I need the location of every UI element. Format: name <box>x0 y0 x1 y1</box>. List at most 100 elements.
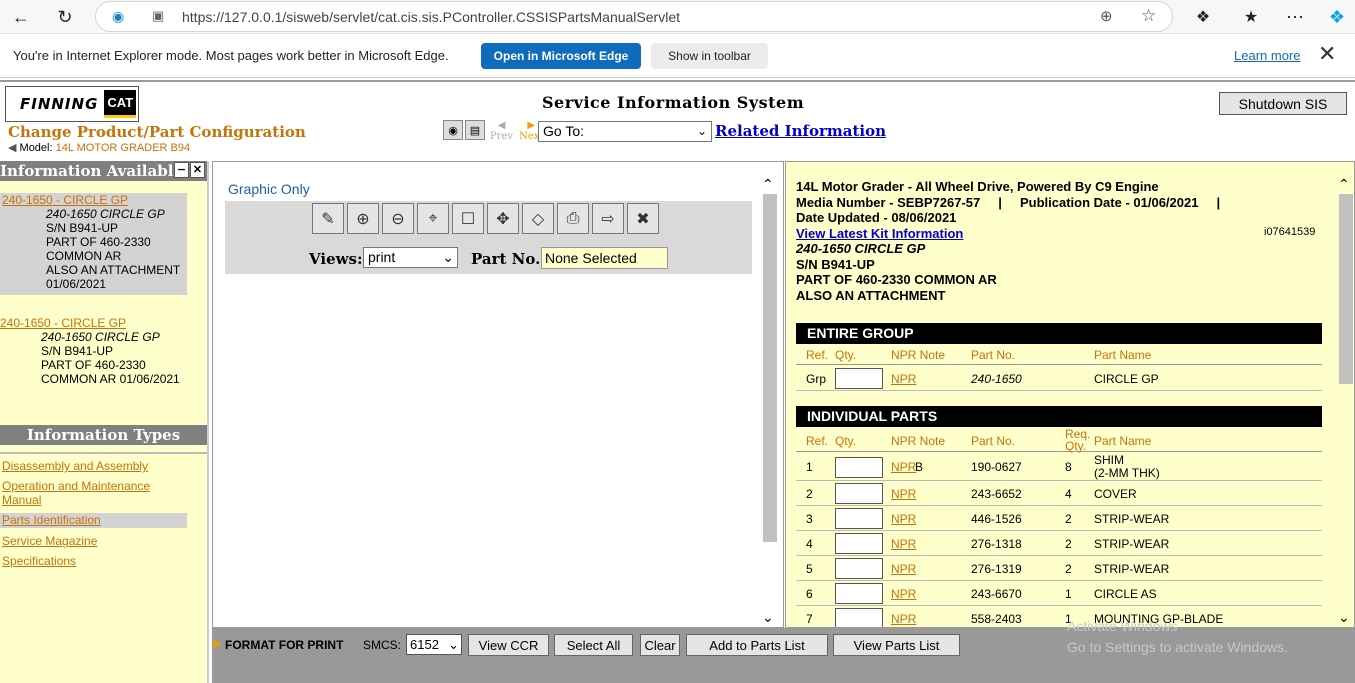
related-information-link[interactable]: Related Information <box>715 122 886 140</box>
change-product-link[interactable]: Change Product/Part Configuration <box>8 123 306 141</box>
list-item[interactable]: 240-1650 - CIRCLE GP 240-1650 CIRCLE GP … <box>0 316 207 386</box>
rotate-icon[interactable]: ◇ <box>522 203 554 234</box>
goto-select[interactable]: Go To: ⌄ <box>538 121 712 142</box>
close-icon[interactable]: ✕ <box>1318 41 1336 67</box>
qty-input[interactable] <box>835 583 883 604</box>
qty-input[interactable] <box>835 533 883 554</box>
select-all-button[interactable]: Select All <box>554 634 633 656</box>
list-item[interactable]: 240-1650 - CIRCLE GP 240-1650 CIRCLE GP … <box>0 193 187 295</box>
print-icon[interactable]: ⎙ <box>557 203 589 234</box>
scroll-down-icon[interactable]: ⌄ <box>1338 609 1350 626</box>
view-kit-link[interactable]: View Latest Kit Information <box>796 226 963 241</box>
chevron-left-icon[interactable]: ◀ <box>8 142 16 154</box>
zoom-in-icon[interactable]: ⊕ <box>347 203 379 234</box>
row-ref: 3 <box>806 512 813 526</box>
extensions-icon[interactable]: ❖ <box>1188 2 1218 32</box>
col-qty: Qty. <box>835 434 857 448</box>
refresh-icon[interactable]: ↻ <box>50 2 80 32</box>
views-select[interactable]: print ⌄ <box>363 247 458 268</box>
qty-input[interactable] <box>835 558 883 579</box>
row-ref: 5 <box>806 562 813 576</box>
zoom-select-icon[interactable]: ⌖ <box>417 203 449 234</box>
qty-input[interactable] <box>835 368 883 389</box>
watermark-line: Activate Windows <box>1067 618 1178 634</box>
table-row: 1 NPR B 190-0627 8 SHIM (2-MM THK) <box>796 453 1322 481</box>
smcs-value: 6152 <box>410 637 439 652</box>
entry-link[interactable]: 240-1650 - CIRCLE GP <box>0 316 126 330</box>
smcs-select[interactable]: 6152 ⌄ <box>406 634 462 655</box>
goto-value: Go To: <box>543 123 584 139</box>
npr-link[interactable]: NPR <box>891 587 916 601</box>
type-parts-id-link[interactable]: Parts Identification <box>2 513 101 527</box>
npr-link[interactable]: NPR <box>891 460 916 474</box>
address-bar[interactable]: ◉ ▣ https://127.0.0.1/sisweb/servlet/cat… <box>95 1 1173 32</box>
clear-button[interactable]: Clear <box>640 634 680 656</box>
type-operation-link[interactable]: Operation and Maintenance Manual <box>2 479 182 507</box>
select-icon[interactable]: ✖ <box>627 203 659 234</box>
entry-link[interactable]: 240-1650 - CIRCLE GP <box>2 193 128 207</box>
ie-mode-icon[interactable]: ◉ <box>112 8 124 25</box>
more-menu-icon[interactable]: ⋯ <box>1280 2 1310 32</box>
row-partno: 446-1526 <box>971 512 1022 526</box>
divider <box>0 452 207 454</box>
qty-input[interactable] <box>835 608 883 627</box>
shutdown-sis-button[interactable]: Shutdown SIS <box>1219 92 1347 115</box>
view-parts-list-button[interactable]: View Parts List <box>833 634 960 656</box>
chevron-down-icon: ⌄ <box>696 124 707 138</box>
favorite-star-icon[interactable]: ☆ <box>1141 6 1156 26</box>
npr-link[interactable]: NPR <box>891 512 916 526</box>
scroll-thumb[interactable] <box>763 194 777 542</box>
scrollbar[interactable]: ⌃ ⌄ <box>1338 176 1354 625</box>
graphic-only-label[interactable]: Graphic Only <box>228 181 310 197</box>
type-service-magazine-link[interactable]: Service Magazine <box>2 534 97 548</box>
row-name: STRIP-WEAR <box>1094 512 1170 526</box>
favorites-icon[interactable]: ★ <box>1236 2 1266 32</box>
zoom-out-icon[interactable]: ⊖ <box>382 203 414 234</box>
view-ccr-button[interactable]: View CCR <box>468 634 549 656</box>
home-icon[interactable]: ◉ <box>443 120 463 140</box>
qty-input[interactable] <box>835 483 883 504</box>
eraser-icon[interactable]: ✎ <box>312 203 344 234</box>
url-text: https://127.0.0.1/sisweb/servlet/cat.cis… <box>182 9 680 25</box>
ie-mode-message: You're in Internet Explorer mode. Most p… <box>13 48 449 63</box>
qty-input[interactable] <box>835 508 883 529</box>
bottom-toolbar: ▶ FORMAT FOR PRINT SMCS: 6152 ⌄ View CCR … <box>212 618 1355 683</box>
watermark-line: Go to Settings to activate Windows. <box>1067 639 1288 655</box>
zoom-fit-icon[interactable]: ☐ <box>452 203 484 234</box>
qty-input[interactable] <box>835 457 883 478</box>
prev-button[interactable]: ◀ Prev <box>490 120 513 142</box>
npr-link[interactable]: NPR <box>891 612 916 626</box>
npr-link[interactable]: NPR <box>891 372 916 386</box>
format-for-print-label[interactable]: FORMAT FOR PRINT <box>225 638 343 652</box>
npr-link[interactable]: NPR <box>891 537 916 551</box>
entry-line: COMMON AR <box>46 249 122 263</box>
zoom-icon[interactable]: ⊕ <box>1100 7 1113 25</box>
npr-link[interactable]: NPR <box>891 562 916 576</box>
lock-icon[interactable]: ▣ <box>152 8 164 24</box>
part-no-field[interactable]: None Selected <box>541 247 668 269</box>
logo-finning-text: FINNING <box>20 95 99 113</box>
show-in-toolbar-button[interactable]: Show in toolbar <box>651 43 768 69</box>
scrollbar[interactable]: ⌃ ⌄ <box>762 176 778 625</box>
next-arrow-icon: ▶ <box>527 120 536 131</box>
open-in-edge-button[interactable]: Open in Microsoft Edge <box>481 43 641 69</box>
scroll-thumb[interactable] <box>1339 194 1353 384</box>
add-to-parts-list-button[interactable]: Add to Parts List <box>686 634 828 656</box>
learn-more-link[interactable]: Learn more <box>1234 48 1300 63</box>
document-icon[interactable]: ▤ <box>465 120 485 140</box>
minimize-icon[interactable]: − <box>174 162 189 178</box>
back-arrow-icon[interactable]: ← <box>6 2 36 32</box>
pan-icon[interactable]: ✥ <box>487 203 519 234</box>
close-icon[interactable]: ✕ <box>190 162 205 178</box>
activate-windows-watermark: Activate Windows Go to Settings to activ… <box>1067 618 1288 658</box>
export-icon[interactable]: ⇨ <box>592 203 624 234</box>
npr-link[interactable]: NPR <box>891 487 916 501</box>
graphic-panel: Graphic Only ✎ ⊕ ⊖ ⌖ ☐ ✥ ◇ ⎙ ⇨ ✖ Views: … <box>212 161 784 628</box>
type-specifications-link[interactable]: Specifications <box>2 554 76 568</box>
type-disassembly-link[interactable]: Disassembly and Assembly <box>2 459 148 473</box>
scroll-up-icon[interactable]: ⌃ <box>1338 176 1350 193</box>
table-row: 5 NPR 276-1319 2 STRIP-WEAR <box>796 556 1322 581</box>
copilot-icon[interactable]: ❖ <box>1322 2 1352 32</box>
scroll-up-icon[interactable]: ⌃ <box>762 176 774 193</box>
scroll-down-icon[interactable]: ⌄ <box>762 609 774 626</box>
